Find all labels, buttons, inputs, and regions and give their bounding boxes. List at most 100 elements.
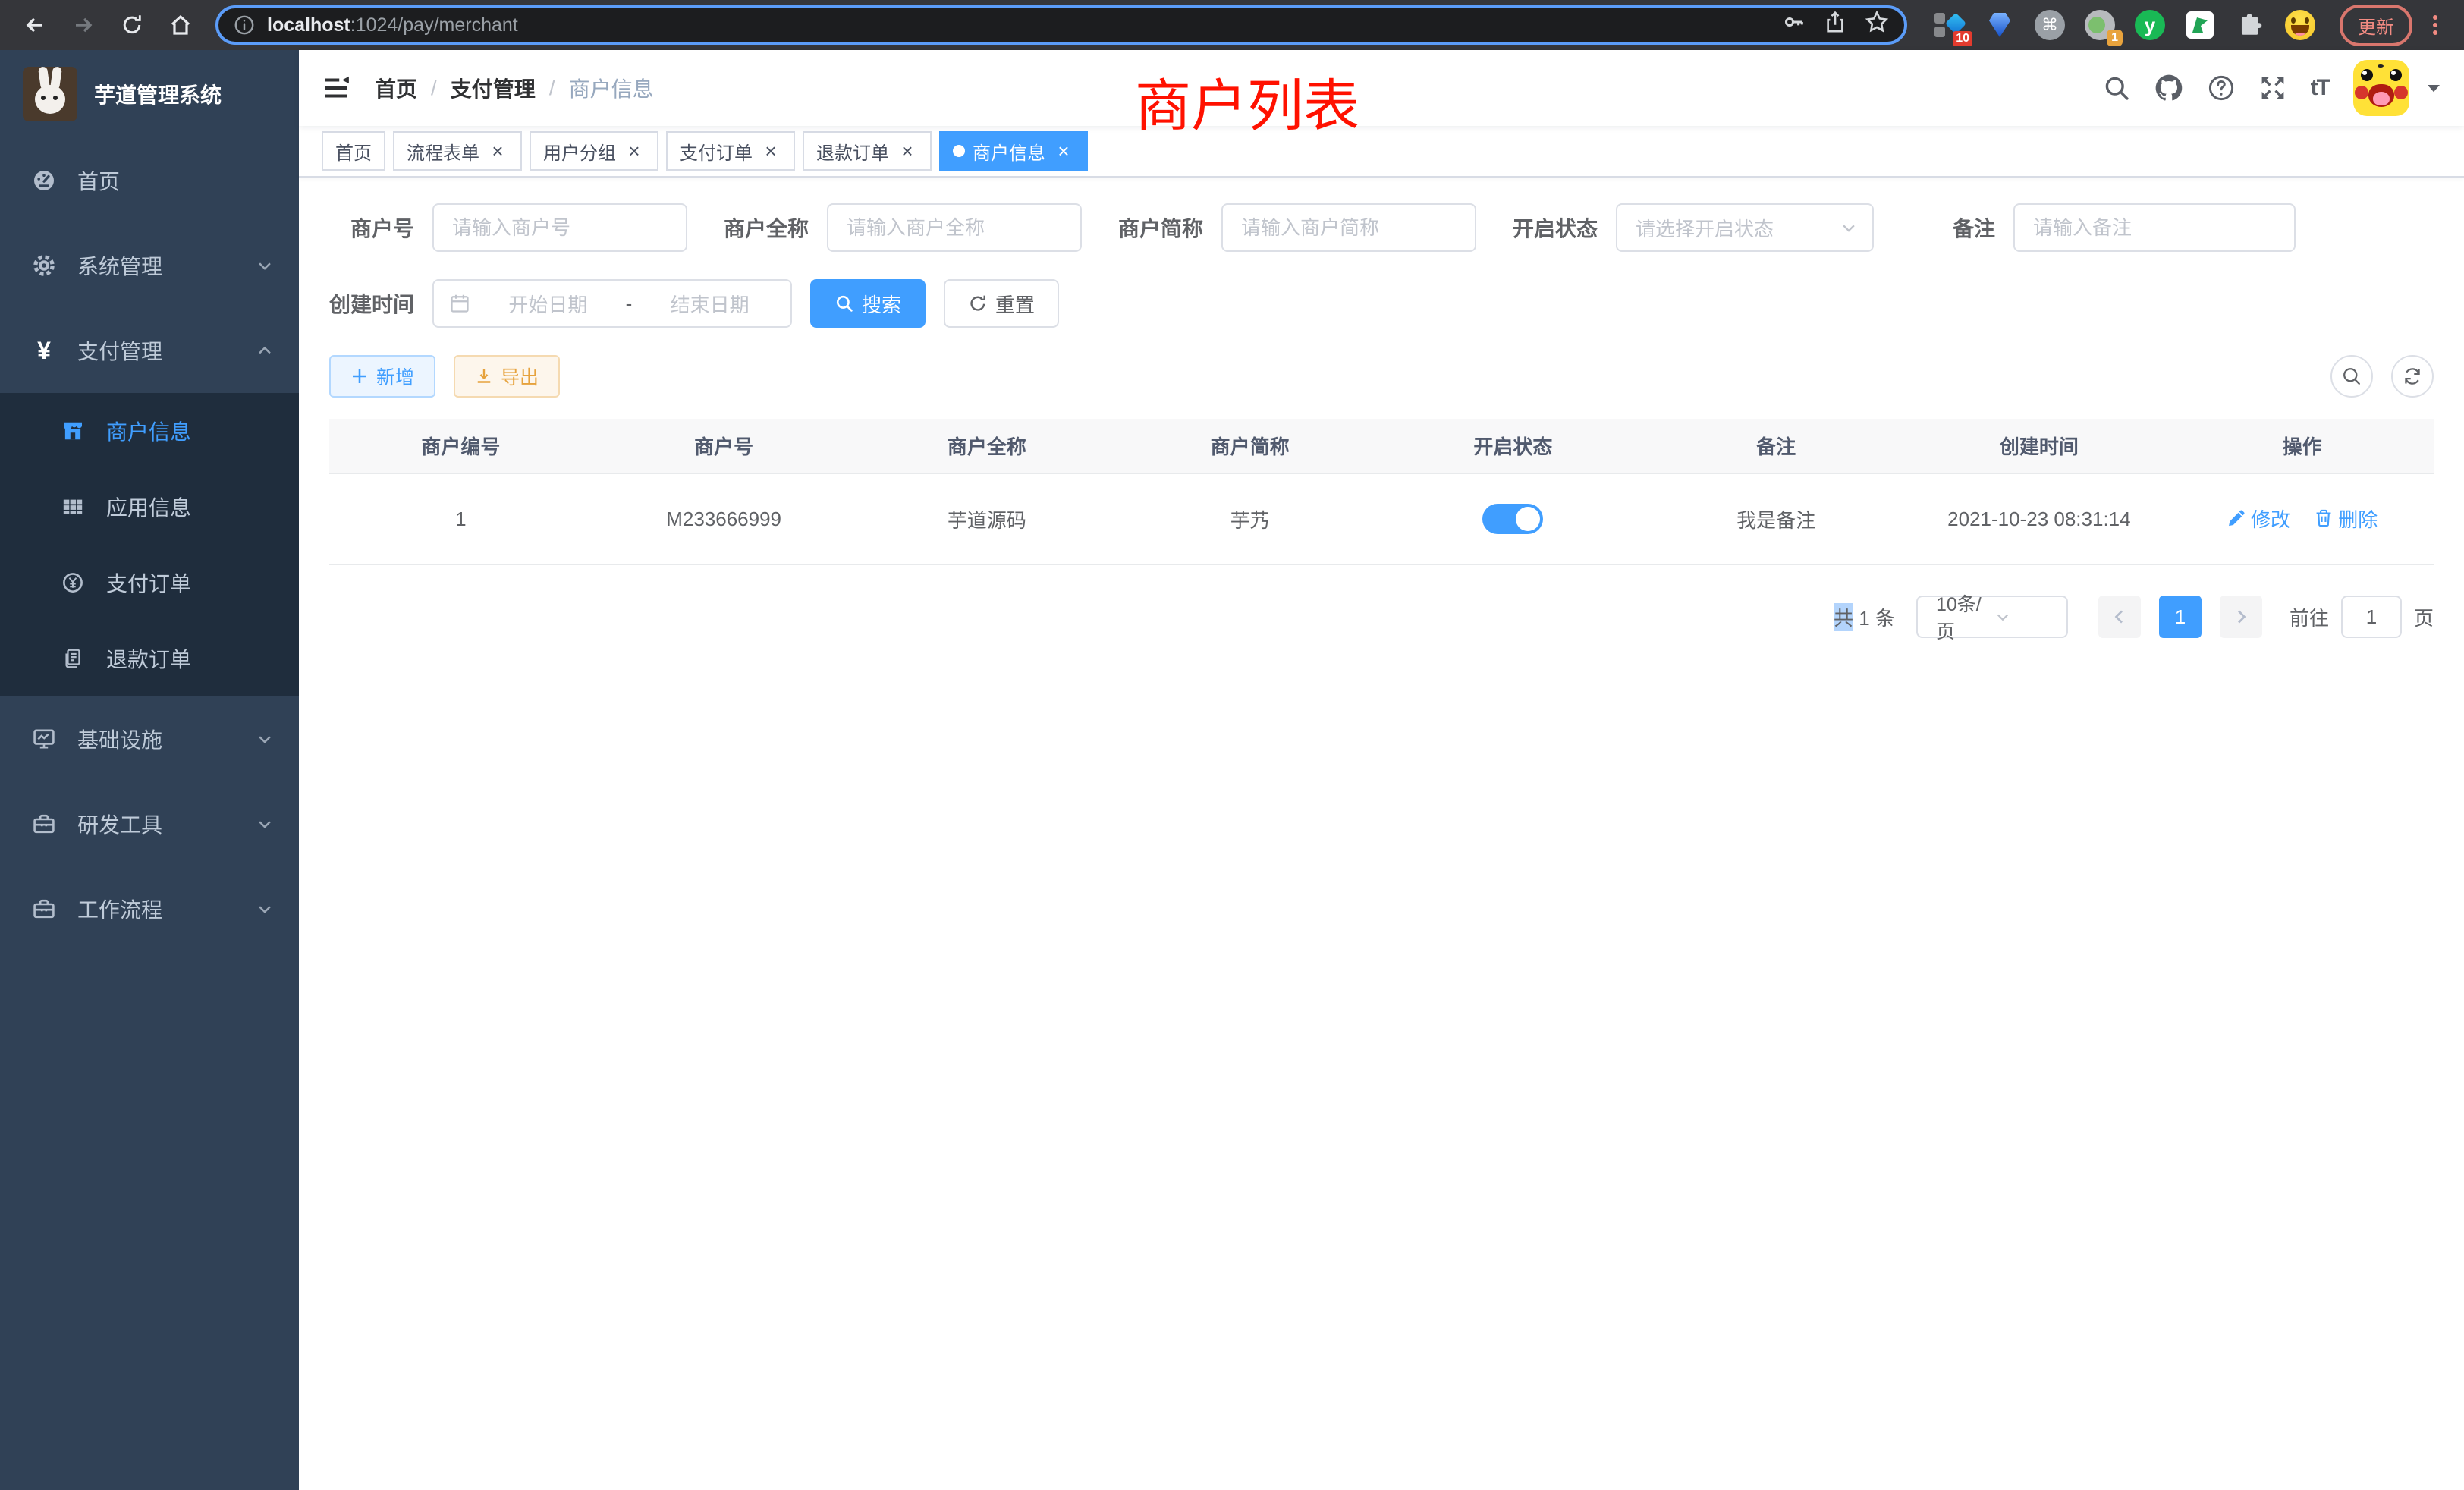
caret-down-icon[interactable] <box>2425 79 2443 97</box>
help-question-icon[interactable] <box>2208 74 2235 102</box>
tag-merchant-info[interactable]: 商户信息 × <box>939 131 1088 171</box>
add-button[interactable]: 新增 <box>329 355 435 398</box>
page-info-icon[interactable] <box>234 14 255 36</box>
short-name-input[interactable] <box>1221 203 1476 252</box>
next-page-button[interactable] <box>2220 596 2262 638</box>
date-separator: - <box>626 292 633 316</box>
close-icon[interactable]: × <box>897 140 918 162</box>
browser-home-button[interactable] <box>161 5 200 45</box>
sidebar-item-app-info[interactable]: 应用信息 <box>0 469 299 545</box>
merchant-no-input[interactable] <box>432 203 687 252</box>
toolbox-icon <box>32 812 56 836</box>
create-time-label: 创建时间 <box>329 288 432 319</box>
search-icon[interactable] <box>2103 74 2130 102</box>
edit-link[interactable]: 修改 <box>2227 505 2290 533</box>
close-icon[interactable]: × <box>760 140 781 162</box>
dashboard-icon <box>32 168 56 193</box>
tag-refund-order[interactable]: 退款订单 × <box>803 131 932 171</box>
close-icon[interactable]: × <box>1053 140 1074 162</box>
status-select[interactable]: 请选择开启状态 <box>1616 203 1874 252</box>
sidebar-toggle-icon[interactable] <box>299 74 373 102</box>
chevron-down-icon <box>256 257 273 274</box>
goto-page-input[interactable] <box>2341 596 2402 638</box>
page-size-select[interactable]: 10条/页 <box>1916 596 2068 638</box>
sidebar-item-label: 应用信息 <box>106 492 191 522</box>
extension-icon-6[interactable] <box>2185 10 2215 40</box>
search-button[interactable]: 搜索 <box>810 279 926 328</box>
page-number-1[interactable]: 1 <box>2159 596 2202 638</box>
breadcrumb: 首页 / 支付管理 / 商户信息 <box>375 73 654 103</box>
start-date-placeholder: 开始日期 <box>482 290 614 318</box>
tag-process-form[interactable]: 流程表单 × <box>393 131 522 171</box>
pagination-total: 共 1 条 <box>1834 603 1895 631</box>
document-icon <box>61 646 85 671</box>
bookmark-star-icon[interactable] <box>1865 10 1889 40</box>
sidebar-item-home[interactable]: 首页 <box>0 138 299 223</box>
cell-merchant-id: 1 <box>329 473 592 564</box>
extensions-puzzle-icon[interactable] <box>2235 10 2265 40</box>
sidebar-item-infrastructure[interactable]: 基础设施 <box>0 696 299 781</box>
browser-reload-button[interactable] <box>112 5 152 45</box>
browser-update-button[interactable]: 更新 <box>2340 5 2412 46</box>
extension-icon-5[interactable]: y <box>2135 10 2165 40</box>
browser-forward-button[interactable] <box>64 5 103 45</box>
tag-pay-order[interactable]: 支付订单 × <box>666 131 795 171</box>
sidebar-item-refund-order[interactable]: 退款订单 <box>0 621 299 696</box>
url-bar[interactable]: localhost:1024/pay/merchant <box>215 5 1907 45</box>
sidebar-item-merchant-info[interactable]: 商户信息 <box>0 393 299 469</box>
extension-icon-3[interactable]: ⌘ <box>2035 10 2065 40</box>
browser-back-button[interactable] <box>15 5 55 45</box>
chevron-up-icon <box>256 342 273 359</box>
sidebar-item-payment[interactable]: ¥ 支付管理 <box>0 308 299 393</box>
page-unit-label: 页 <box>2414 603 2434 631</box>
github-icon[interactable] <box>2154 74 2183 102</box>
shop-icon <box>61 419 85 443</box>
extension-icon-4[interactable]: 1 <box>2085 10 2115 40</box>
user-avatar[interactable] <box>2353 60 2409 116</box>
col-merchant-no: 商户号 <box>592 419 856 473</box>
remark-input[interactable] <box>2013 203 2296 252</box>
status-toggle[interactable] <box>1482 504 1543 534</box>
end-date-placeholder: 结束日期 <box>644 290 775 318</box>
tag-home[interactable]: 首页 <box>322 131 385 171</box>
share-icon[interactable] <box>1824 11 1846 39</box>
breadcrumb-home[interactable]: 首页 <box>375 73 417 103</box>
extension-icon-1[interactable]: 10 <box>1934 10 1965 40</box>
prev-page-button[interactable] <box>2098 596 2141 638</box>
sidebar-item-pay-order[interactable]: 支付订单 <box>0 545 299 621</box>
chevron-down-icon <box>256 731 273 747</box>
sidebar-item-dev-tools[interactable]: 研发工具 <box>0 781 299 866</box>
full-name-input[interactable] <box>827 203 1082 252</box>
chevron-down-icon <box>1840 219 1857 236</box>
chevron-down-icon <box>256 816 273 832</box>
tags-view: 首页 流程表单 × 用户分组 × 支付订单 × 退款订单 × <box>299 126 2464 178</box>
sidebar-logo[interactable]: 芋道管理系统 <box>0 50 299 138</box>
close-icon[interactable]: × <box>487 140 508 162</box>
reset-button[interactable]: 重置 <box>944 279 1059 328</box>
sidebar-item-label: 工作流程 <box>77 894 162 924</box>
date-range-picker[interactable]: 开始日期 - 结束日期 <box>432 279 792 328</box>
export-button[interactable]: 导出 <box>454 355 560 398</box>
search-form-row-1: 商户号 商户全称 商户简称 开启状态 请选择开启状态 <box>329 203 2434 252</box>
cell-full-name: 芋道源码 <box>856 473 1119 564</box>
sidebar-item-label: 系统管理 <box>77 250 162 281</box>
font-size-icon[interactable]: tT <box>2311 75 2329 101</box>
logo-rabbit-image <box>23 67 77 121</box>
close-icon[interactable]: × <box>624 140 645 162</box>
breadcrumb-payment[interactable]: 支付管理 <box>451 73 536 103</box>
tag-user-group[interactable]: 用户分组 × <box>530 131 658 171</box>
full-name-label: 商户全称 <box>724 212 827 243</box>
toggle-search-button[interactable] <box>2330 355 2373 398</box>
emoji-extension-icon[interactable] <box>2285 10 2315 40</box>
sidebar-item-system[interactable]: 系统管理 <box>0 223 299 308</box>
sidebar-item-workflow[interactable]: 工作流程 <box>0 866 299 951</box>
delete-link[interactable]: 删除 <box>2314 505 2378 533</box>
screen: localhost:1024/pay/merchant 10 ⌘ <box>0 0 2464 1490</box>
refresh-button[interactable] <box>2391 355 2434 398</box>
fullscreen-icon[interactable] <box>2259 74 2286 102</box>
goto-label: 前往 <box>2290 603 2329 631</box>
password-key-icon[interactable] <box>1783 11 1806 39</box>
extension-icon-2[interactable] <box>1985 10 2015 40</box>
chevron-down-icon <box>1995 609 2054 624</box>
browser-menu-icon[interactable] <box>2425 15 2446 35</box>
